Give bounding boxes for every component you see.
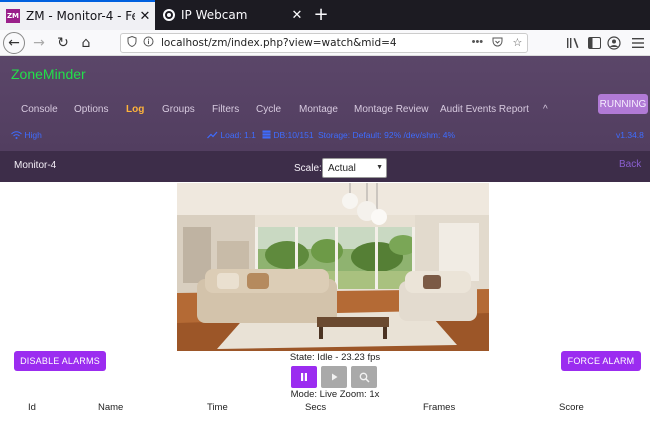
url-bar[interactable]: localhost/zm/index.php?view=watch&mid=4 … [120, 33, 528, 53]
running-state-button[interactable]: RUNNING [598, 94, 648, 114]
close-tab-icon[interactable]: ✕ [287, 8, 307, 23]
menu-montage[interactable]: Montage [299, 99, 338, 121]
pause-button[interactable] [291, 366, 317, 388]
account-icon[interactable] [605, 34, 623, 52]
zm-main-menu: Console Options Log Groups Filters Cycle… [0, 99, 650, 121]
url-text: localhost/zm/index.php?view=watch&mid=4 [161, 37, 467, 49]
browser-tab-bar: ZM ZM - Monitor-4 - Feed ✕ IP Webcam ✕ + [0, 0, 650, 30]
page-info-icon[interactable] [143, 36, 157, 50]
menu-collapse-icon[interactable]: ^ [543, 99, 548, 121]
home-icon[interactable]: ⌂ [75, 32, 97, 54]
url-host: localhost [161, 37, 209, 49]
monitor-subheader: Monitor-4 Scale: Actual ▼ Back [0, 151, 650, 182]
back-link[interactable]: Back [619, 159, 641, 170]
page-actions-icon[interactable]: ••• [472, 36, 484, 50]
db-label: DB:10/151 [273, 130, 314, 140]
live-video-feed [177, 183, 489, 351]
play-icon [332, 373, 338, 381]
trending-icon [207, 131, 218, 139]
force-alarm-button[interactable]: FORCE ALARM [561, 351, 641, 371]
url-path: /zm/index.php?view=watch&mid=4 [208, 37, 397, 49]
menu-log[interactable]: Log [126, 99, 144, 121]
zm-brand[interactable]: ZoneMinder [11, 66, 86, 82]
tab-zm-feed[interactable]: ZM ZM - Monitor-4 - Feed ✕ [0, 0, 155, 30]
browser-nav-bar: ← → ↻ ⌂ localhost/zm/index.php?view=watc… [0, 30, 650, 56]
menu-options[interactable]: Options [74, 99, 108, 121]
url-actions: ••• ☆ [467, 36, 527, 50]
new-tab-button[interactable]: + [310, 4, 332, 26]
hamburger-menu-icon[interactable] [630, 34, 646, 52]
zoom-out-button[interactable] [351, 366, 377, 388]
shield-icon [127, 35, 143, 50]
column-score[interactable]: Score [559, 402, 584, 413]
scale-label: Scale: [294, 163, 322, 174]
forward-arrow-icon[interactable]: → [28, 32, 50, 54]
tab-title: IP Webcam [181, 8, 248, 22]
bandwidth-label: High [24, 130, 42, 140]
zm-header: ZoneMinder Console Options Log Groups Fi… [0, 56, 650, 151]
ipwebcam-favicon-icon [163, 9, 175, 21]
menu-cycle[interactable]: Cycle [256, 99, 281, 121]
play-button[interactable] [321, 366, 347, 388]
pause-icon [301, 373, 307, 381]
zm-favicon-icon: ZM [6, 9, 20, 23]
menu-console[interactable]: Console [21, 99, 58, 121]
sidebar-icon[interactable] [585, 34, 603, 52]
wifi-icon [11, 131, 22, 139]
column-secs[interactable]: Secs [305, 402, 326, 413]
chevron-down-icon: ▼ [376, 164, 383, 171]
monitor-state: State: Idle - 23.23 fps [289, 352, 381, 363]
zm-status-row: High Load: 1.1 DB:10/151 Storage: Defaul… [0, 128, 650, 144]
bandwidth-status[interactable]: High [11, 130, 42, 140]
database-icon [262, 130, 271, 139]
events-table-header: Id Name Time Secs Frames Score [0, 402, 650, 418]
mode-zoom-status: Mode: Live Zoom: 1x [290, 389, 380, 400]
column-time[interactable]: Time [207, 402, 228, 413]
menu-audit-events-report[interactable]: Audit Events Report [440, 99, 529, 121]
column-id[interactable]: Id [28, 402, 36, 413]
zoom-icon [359, 372, 370, 383]
menu-groups[interactable]: Groups [162, 99, 195, 121]
scale-value: Actual [328, 162, 356, 174]
db-status: DB:10/151 [262, 130, 314, 140]
pocket-icon[interactable] [492, 36, 503, 50]
back-arrow-icon[interactable]: ← [3, 32, 25, 54]
version-label[interactable]: v1.34.8 [616, 130, 644, 140]
monitor-name: Monitor-4 [14, 160, 57, 171]
disable-alarms-button[interactable]: DISABLE ALARMS [14, 351, 106, 371]
bookmark-star-icon[interactable]: ☆ [513, 36, 523, 50]
column-name[interactable]: Name [98, 402, 123, 413]
scale-select[interactable]: Actual ▼ [322, 158, 387, 178]
load-label: Load: 1.1 [220, 130, 256, 140]
close-tab-icon[interactable]: ✕ [135, 9, 155, 24]
load-status: Load: 1.1 [207, 130, 256, 140]
column-frames[interactable]: Frames [423, 402, 455, 413]
menu-montage-review[interactable]: Montage Review [354, 99, 428, 121]
living-room-image [177, 183, 489, 351]
reload-icon[interactable]: ↻ [52, 32, 74, 54]
library-icon[interactable] [564, 34, 582, 52]
tab-ip-webcam[interactable]: IP Webcam ✕ [157, 0, 307, 30]
menu-filters[interactable]: Filters [212, 99, 239, 121]
tab-title: ZM - Monitor-4 - Feed [26, 9, 135, 23]
storage-status[interactable]: Storage: Default: 92% /dev/shm: 4% [318, 130, 455, 140]
